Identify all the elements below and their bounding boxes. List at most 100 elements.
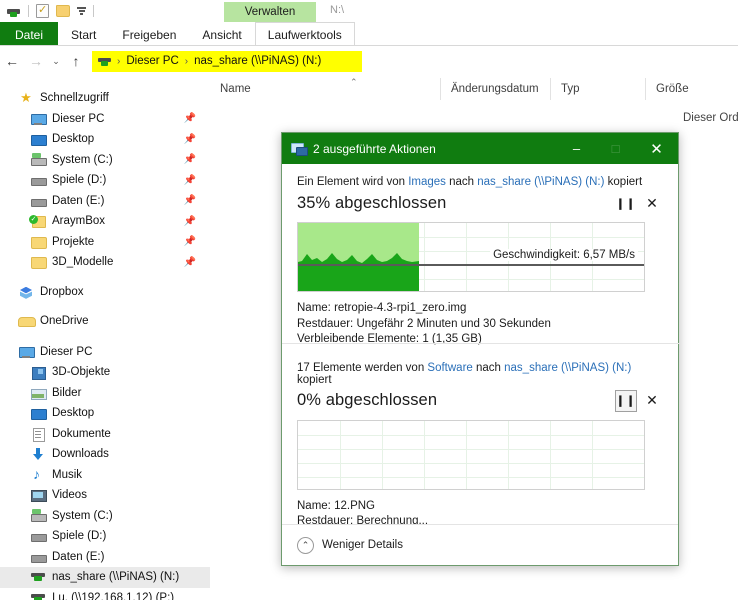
progress-percent-label: 35% abgeschlossen — [297, 194, 611, 213]
address-field[interactable]: › Dieser PC › nas_share (\\PiNAS) (N:) — [92, 51, 362, 72]
sidebar-item-3d-objekte[interactable]: 3D-Objekte — [0, 362, 210, 383]
sidebar-item-desktop-2[interactable]: Desktop — [0, 403, 210, 424]
sidebar-group-dieser-pc[interactable]: Dieser PC — [0, 342, 210, 363]
sidebar-item-spiele-d-2[interactable]: Spiele (D:) — [0, 526, 210, 547]
drive-icon — [30, 528, 46, 544]
sidebar-item-onedrive[interactable]: OneDrive — [0, 311, 210, 332]
column-header-date[interactable]: Änderungsdatum — [440, 78, 550, 100]
address-bar: ← → ⌄ ↑ › Dieser PC › nas_share (\\PiNAS… — [0, 46, 738, 76]
minimize-button[interactable]: – — [557, 133, 596, 164]
sidebar-item-daten-e[interactable]: Daten (E:) 📌 — [0, 191, 210, 212]
column-header-type[interactable]: Typ — [550, 78, 645, 100]
operation-suffix: kopiert — [297, 374, 332, 386]
sidebar-item-daten-e-2[interactable]: Daten (E:) — [0, 547, 210, 568]
copy-operation-2: 17 Elemente werden von Software nach nas… — [282, 348, 678, 546]
star-icon: ★ — [18, 90, 34, 106]
close-button[interactable]: ✕ — [635, 133, 678, 164]
sidebar-item-projekte[interactable]: Projekte 📌 — [0, 232, 210, 253]
toggle-details-button[interactable]: Weniger Details — [322, 539, 403, 551]
new-folder-icon[interactable] — [56, 5, 70, 17]
sidebar-item-network-p[interactable]: I u. (\\192.168.1.12) (P:) — [0, 588, 210, 600]
sidebar-item-nas-share[interactable]: nas_share (\\PiNAS) (N:) — [0, 567, 210, 588]
maximize-button[interactable]: □ — [596, 133, 635, 164]
breadcrumb-item-0[interactable]: Dieser PC — [126, 55, 178, 67]
tab-laufwerktools[interactable]: Laufwerktools — [255, 22, 355, 46]
pause-button[interactable]: ❙❙ — [615, 192, 637, 214]
pictures-icon — [30, 385, 46, 401]
network-drive-icon[interactable] — [6, 5, 21, 18]
pin-icon[interactable]: 📌 — [184, 154, 196, 165]
cancel-button[interactable]: ✕ — [641, 192, 663, 214]
operation-prefix: 17 Elemente werden von — [297, 362, 427, 374]
sidebar-item-label: Projekte — [52, 236, 94, 248]
pin-icon[interactable]: 📌 — [184, 257, 196, 268]
sidebar-item-musik[interactable]: Musik — [0, 465, 210, 486]
drive-icon — [30, 193, 46, 209]
file-name-value: retropie-4.3-rpi1_zero.img — [334, 302, 466, 314]
column-headers: Name ⌃ Änderungsdatum Typ Größe — [210, 78, 738, 100]
network-drive-icon — [98, 56, 111, 67]
pause-button[interactable]: ❙❙ — [615, 390, 637, 412]
sidebar-item-system-c[interactable]: System (C:) 📌 — [0, 150, 210, 171]
file-name-label: Name: — [297, 500, 331, 512]
operation-destination-link[interactable]: nas_share (\\PiNAS) (N:) — [477, 176, 604, 188]
operation-destination-link[interactable]: nas_share (\\PiNAS) (N:) — [504, 362, 631, 374]
tab-ansicht[interactable]: Ansicht — [189, 22, 254, 46]
column-header-name[interactable]: Name ⌃ — [210, 78, 440, 100]
tab-datei[interactable]: Datei — [0, 22, 58, 46]
sidebar-item-label: Videos — [52, 489, 87, 501]
quick-access-toolbar — [0, 0, 738, 22]
sidebar-item-3d-modelle[interactable]: 3D_Modelle 📌 — [0, 252, 210, 273]
pin-icon[interactable]: 📌 — [184, 175, 196, 186]
folder-icon — [30, 254, 46, 270]
customize-qat-icon[interactable] — [77, 7, 86, 15]
file-name-row: Name: retropie-4.3-rpi1_zero.img — [297, 301, 663, 317]
sidebar-item-dieser-pc[interactable]: Dieser PC 📌 — [0, 109, 210, 130]
dialog-titlebar[interactable]: 2 ausgeführte Aktionen – □ ✕ — [282, 133, 678, 164]
recent-locations-button[interactable]: ⌄ — [48, 49, 64, 73]
breadcrumb-item-1[interactable]: nas_share (\\PiNAS) (N:) — [194, 55, 321, 67]
sidebar-item-bilder[interactable]: Bilder — [0, 383, 210, 404]
sidebar-spacer-2 — [0, 302, 210, 311]
up-button[interactable]: ↑ — [64, 49, 88, 73]
chevron-up-icon[interactable]: ⌃ — [297, 537, 314, 554]
onedrive-icon — [18, 313, 34, 329]
sidebar-item-label: Spiele (D:) — [52, 530, 106, 542]
sidebar-item-system-c-2[interactable]: System (C:) — [0, 506, 210, 527]
pin-icon[interactable]: 📌 — [184, 236, 196, 247]
column-header-size[interactable]: Größe — [645, 78, 738, 100]
pin-icon[interactable]: 📌 — [184, 113, 196, 124]
3d-objects-icon — [30, 364, 46, 380]
sidebar-spacer — [0, 273, 210, 282]
operation-source-link[interactable]: Software — [427, 362, 472, 374]
sidebar-item-label: Bilder — [52, 387, 81, 399]
cancel-button[interactable]: ✕ — [641, 390, 663, 412]
sidebar-item-videos[interactable]: Videos — [0, 485, 210, 506]
copy-operation-1: Ein Element wird von Images nach nas_sha… — [282, 164, 678, 348]
forward-button[interactable]: → — [24, 49, 48, 73]
back-button[interactable]: ← — [0, 49, 24, 73]
sidebar-item-dokumente[interactable]: Dokumente — [0, 424, 210, 445]
tab-freigeben[interactable]: Freigeben — [109, 22, 189, 46]
system-drive-icon — [30, 152, 46, 168]
tab-start[interactable]: Start — [58, 22, 109, 46]
operation-prefix: Ein Element wird von — [297, 176, 408, 188]
sidebar-item-label: 3D-Objekte — [52, 366, 110, 378]
sidebar-item-label: Dieser PC — [52, 113, 104, 125]
sidebar-item-desktop[interactable]: Desktop 📌 — [0, 129, 210, 150]
properties-icon[interactable] — [36, 4, 49, 18]
network-drive-icon — [30, 590, 46, 600]
pin-icon[interactable]: 📌 — [184, 195, 196, 206]
sidebar-item-dropbox[interactable]: Dropbox — [0, 282, 210, 303]
pin-icon[interactable]: 📌 — [184, 216, 196, 227]
sidebar-item-araymbox[interactable]: AraymBox 📌 — [0, 211, 210, 232]
network-drive-icon — [30, 569, 46, 585]
sidebar-item-spiele-d[interactable]: Spiele (D:) 📌 — [0, 170, 210, 191]
pin-icon[interactable]: 📌 — [184, 134, 196, 145]
graph-filled-band — [298, 263, 419, 291]
remaining-time-row: Restdauer: Ungefähr 2 Minuten und 30 Sek… — [297, 317, 663, 333]
sidebar-item-downloads[interactable]: Downloads — [0, 444, 210, 465]
sidebar-group-schnellzugriff[interactable]: ★ Schnellzugriff — [0, 88, 210, 109]
operation-suffix: kopiert — [604, 176, 642, 188]
operation-source-link[interactable]: Images — [408, 176, 446, 188]
